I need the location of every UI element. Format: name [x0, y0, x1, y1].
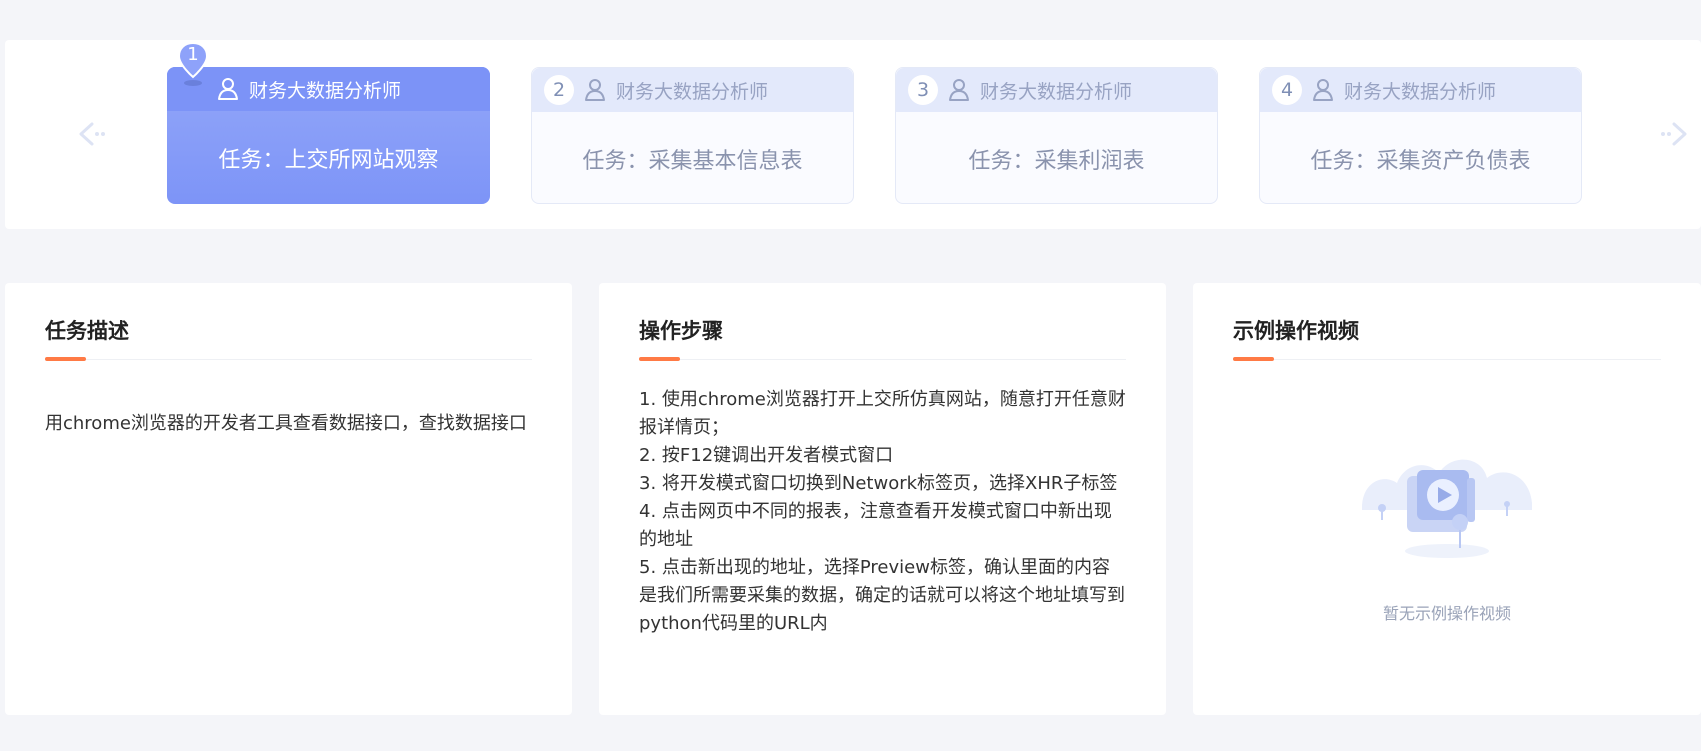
step-card-4[interactable]: 4 财务大数据分析师 任务：采集资产负债表 [1259, 67, 1582, 204]
stepper-prev-button[interactable] [69, 116, 109, 152]
example-video-card: 示例操作视频 暂无示例操作视频 [1193, 283, 1701, 715]
step-task: 任务：采集基本信息表 [582, 148, 803, 174]
chevron-right-icon [1661, 122, 1687, 146]
step-card-3[interactable]: 3 财务大数据分析师 任务：采集利润表 [895, 67, 1218, 204]
operation-steps-list: 1. 使用chrome浏览器打开上交所仿真网站，随意打开任意财报详情页； 2. … [639, 386, 1126, 638]
person-icon [1313, 79, 1333, 101]
step-role: 财务大数据分析师 [1344, 80, 1497, 103]
step-header: 4 财务大数据分析师 [1260, 68, 1581, 112]
chevron-left-icon [79, 122, 105, 146]
person-icon [218, 78, 238, 100]
step-role: 财务大数据分析师 [616, 80, 769, 103]
task-stepper: 1 财务大数据分析师 任务：上交所网站观察 2 财务大数据分析师 任务：采集基本… [5, 40, 1701, 229]
operation-step-item: 4. 点击网页中不同的报表，注意查看开发模式窗口中新出现的地址 [639, 501, 1112, 550]
video-empty-illustration-icon [1362, 459, 1532, 558]
empty-state: 暂无示例操作视频 [1193, 448, 1701, 624]
empty-state-text: 暂无示例操作视频 [1382, 604, 1511, 623]
step-header: 3 财务大数据分析师 [896, 68, 1217, 112]
stepper-next-button[interactable] [1657, 116, 1697, 152]
card-title: 示例操作视频 [1233, 315, 1661, 361]
step-role: 财务大数据分析师 [980, 80, 1133, 103]
operation-step-item: 3. 将开发模式窗口切换到Network标签页，选择XHR子标签 [639, 473, 1118, 494]
step-task: 任务：上交所网站观察 [218, 147, 439, 173]
operation-steps-card: 操作步骤 1. 使用chrome浏览器打开上交所仿真网站，随意打开任意财报详情页… [599, 283, 1166, 715]
step-card-2[interactable]: 2 财务大数据分析师 任务：采集基本信息表 [531, 67, 854, 204]
step-number: 1 [187, 44, 199, 65]
step-number: 4 [1272, 75, 1302, 105]
operation-step-item: 2. 按F12键调出开发者模式窗口 [639, 445, 894, 466]
step-header: 2 财务大数据分析师 [532, 68, 853, 112]
operation-step-item: 1. 使用chrome浏览器打开上交所仿真网站，随意打开任意财报详情页； [639, 389, 1126, 438]
step-card-1[interactable]: 1 财务大数据分析师 任务：上交所网站观察 [167, 41, 490, 204]
step-number: 3 [908, 75, 938, 105]
card-title: 任务描述 [45, 315, 532, 361]
card-title: 操作步骤 [639, 315, 1126, 361]
task-description-card: 任务描述 用chrome浏览器的开发者工具查看数据接口，查找数据接口 [5, 283, 572, 715]
person-icon [949, 79, 969, 101]
step-task: 任务：采集利润表 [968, 148, 1145, 174]
step-number: 2 [544, 75, 574, 105]
task-description-text: 用chrome浏览器的开发者工具查看数据接口，查找数据接口 [45, 413, 527, 434]
step-role: 财务大数据分析师 [249, 79, 402, 102]
step-header: 财务大数据分析师 [167, 67, 490, 111]
operation-step-item: 5. 点击新出现的地址，选择Preview标签，确认里面的内容是我们所需要采集的… [639, 557, 1125, 634]
step-task: 任务：采集资产负债表 [1310, 148, 1531, 174]
person-icon [585, 79, 605, 101]
